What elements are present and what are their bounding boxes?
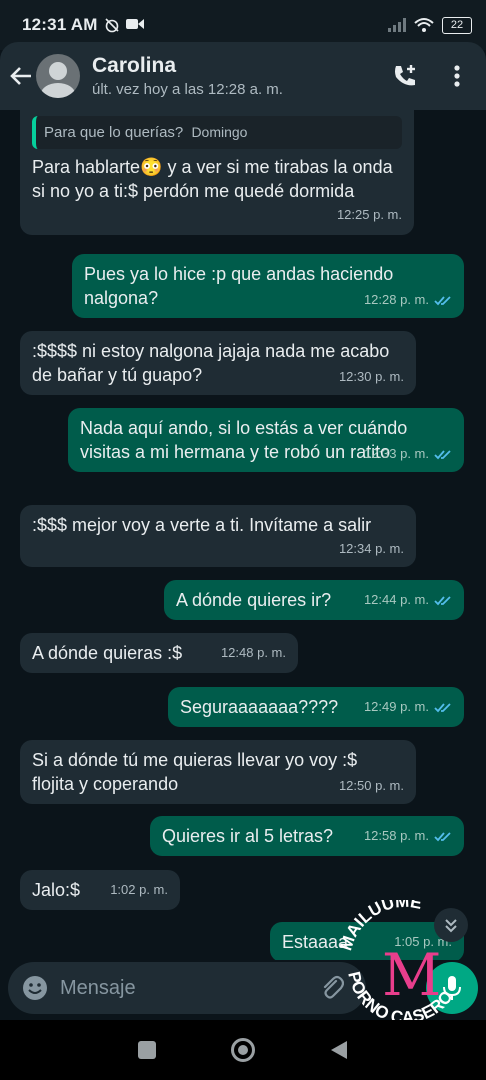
read-ticks-icon <box>434 595 451 605</box>
message-text: Quieres ir al 5 letras? <box>162 826 334 846</box>
message-time: 12:49 p. m. <box>363 699 429 714</box>
message-outgoing[interactable]: Pues ya lo hice :p que andas haciendo na… <box>72 254 464 318</box>
message-meta: 12:49 p. m. <box>364 695 452 719</box>
message-text: Para hablarte😳 y a ver si me tirabas la … <box>32 157 393 201</box>
scroll-down-button[interactable] <box>434 908 468 942</box>
status-notification-icons <box>104 17 144 33</box>
alarm-off-icon <box>105 18 119 33</box>
message-meta: 12:34 p. m. <box>32 537 404 561</box>
read-ticks-icon <box>434 449 451 459</box>
message-meta: 12:58 p. m. <box>364 824 452 848</box>
avatar[interactable] <box>36 54 80 98</box>
recents-button[interactable] <box>137 1041 156 1059</box>
message-time: 1:02 p. m. <box>110 882 168 897</box>
wifi-icon <box>414 18 434 32</box>
message-text: Estaaaa <box>282 932 349 952</box>
back-nav-icon[interactable] <box>330 1040 348 1060</box>
quoted-message[interactable]: Para que lo querías? Domingo <box>32 116 402 149</box>
home-button[interactable] <box>230 1038 255 1062</box>
back-arrow-icon <box>10 67 31 85</box>
message-meta: 12:25 p. m. <box>32 203 402 227</box>
message-text: Jalo:$ <box>32 880 81 900</box>
message-time: 12:28 p. m. <box>363 292 429 307</box>
message-incoming[interactable]: :$$$$ ni estoy nalgona jajaja nada me ac… <box>20 331 416 395</box>
mic-button[interactable] <box>426 962 478 1014</box>
message-text: Seguraaaaaaa???? <box>180 697 339 717</box>
scroll-down-icon <box>445 919 457 933</box>
read-ticks-icon <box>434 295 451 305</box>
message-incoming[interactable]: Si a dónde tú me quieras llevar yo voy :… <box>20 740 416 804</box>
attach-icon[interactable] <box>320 975 344 1001</box>
message-time: 12:44 p. m. <box>363 592 429 607</box>
mic-icon <box>443 976 461 1000</box>
signal-icon <box>388 18 406 32</box>
video-icon <box>125 19 144 29</box>
message-time: 12:48 p. m. <box>220 645 286 660</box>
message-incoming[interactable]: :$$$ mejor voy a verte a ti. Invítame a … <box>20 505 416 567</box>
message-incoming[interactable]: Para que lo querías? Domingo Para hablar… <box>20 110 414 235</box>
last-seen: últ. vez hoy a las 12:28 a. m. <box>92 81 283 98</box>
more-options-button[interactable] <box>440 59 474 93</box>
quoted-day: Domingo <box>191 124 248 140</box>
message-outgoing[interactable]: A dónde quieres ir? 12:44 p. m. <box>164 580 464 620</box>
more-options-icon <box>454 65 460 87</box>
message-meta: 12:33 p. m. <box>364 442 452 466</box>
message-time: 12:34 p. m. <box>338 541 404 556</box>
read-ticks-icon <box>434 831 451 841</box>
emoji-icon[interactable] <box>22 975 48 1001</box>
message-incoming[interactable]: Jalo:$ 1:02 p. m. <box>20 870 180 910</box>
message-meta: 12:44 p. m. <box>364 588 452 612</box>
message-outgoing[interactable]: Quieres ir al 5 letras? 12:58 p. m. <box>150 816 464 856</box>
status-right: 22 <box>388 16 472 34</box>
message-time: 12:33 p. m. <box>363 446 429 461</box>
message-outgoing[interactable]: Seguraaaaaaa???? 12:49 p. m. <box>168 687 464 727</box>
battery-level: 22 <box>442 16 472 34</box>
contact-info[interactable]: Carolina últ. vez hoy a las 12:28 a. m. <box>92 54 370 98</box>
message-time: 12:25 p. m. <box>336 207 402 222</box>
message-time: 12:30 p. m. <box>338 369 404 384</box>
add-call-icon <box>395 65 415 86</box>
message-input-bar: Mensaje <box>8 962 366 1014</box>
back-button[interactable] <box>8 63 34 89</box>
message-time: 12:58 p. m. <box>363 828 429 843</box>
message-meta: 12:30 p. m. <box>339 365 404 389</box>
message-meta: 1:02 p. m. <box>110 878 168 902</box>
message-time: 12:50 p. m. <box>338 778 404 793</box>
message-text: A dónde quieras :$ <box>32 643 183 663</box>
quoted-text: Para que lo querías? <box>44 124 184 141</box>
contact-name: Carolina <box>92 54 177 77</box>
message-incoming[interactable]: A dónde quieras :$ 12:48 p. m. <box>20 633 298 673</box>
message-text: A dónde quieres ir? <box>176 590 332 610</box>
chat-area[interactable]: Para que lo querías? Domingo Para hablar… <box>0 110 486 960</box>
message-meta: 12:50 p. m. <box>339 774 404 798</box>
status-time: 12:31 AM <box>22 15 98 34</box>
message-outgoing[interactable]: Nada aquí ando, si lo estás a ver cuándo… <box>68 408 464 472</box>
message-meta: 12:48 p. m. <box>221 641 286 665</box>
message-meta: 12:28 p. m. <box>364 288 452 312</box>
message-input[interactable]: Mensaje <box>60 977 320 1000</box>
add-call-button[interactable] <box>388 59 422 93</box>
read-ticks-icon <box>434 702 451 712</box>
chat-header: Carolina últ. vez hoy a las 12:28 a. m. <box>0 42 486 110</box>
message-text: :$$$ mejor voy a verte a ti. Invítame a … <box>32 515 372 535</box>
system-nav-bar <box>0 1020 486 1080</box>
